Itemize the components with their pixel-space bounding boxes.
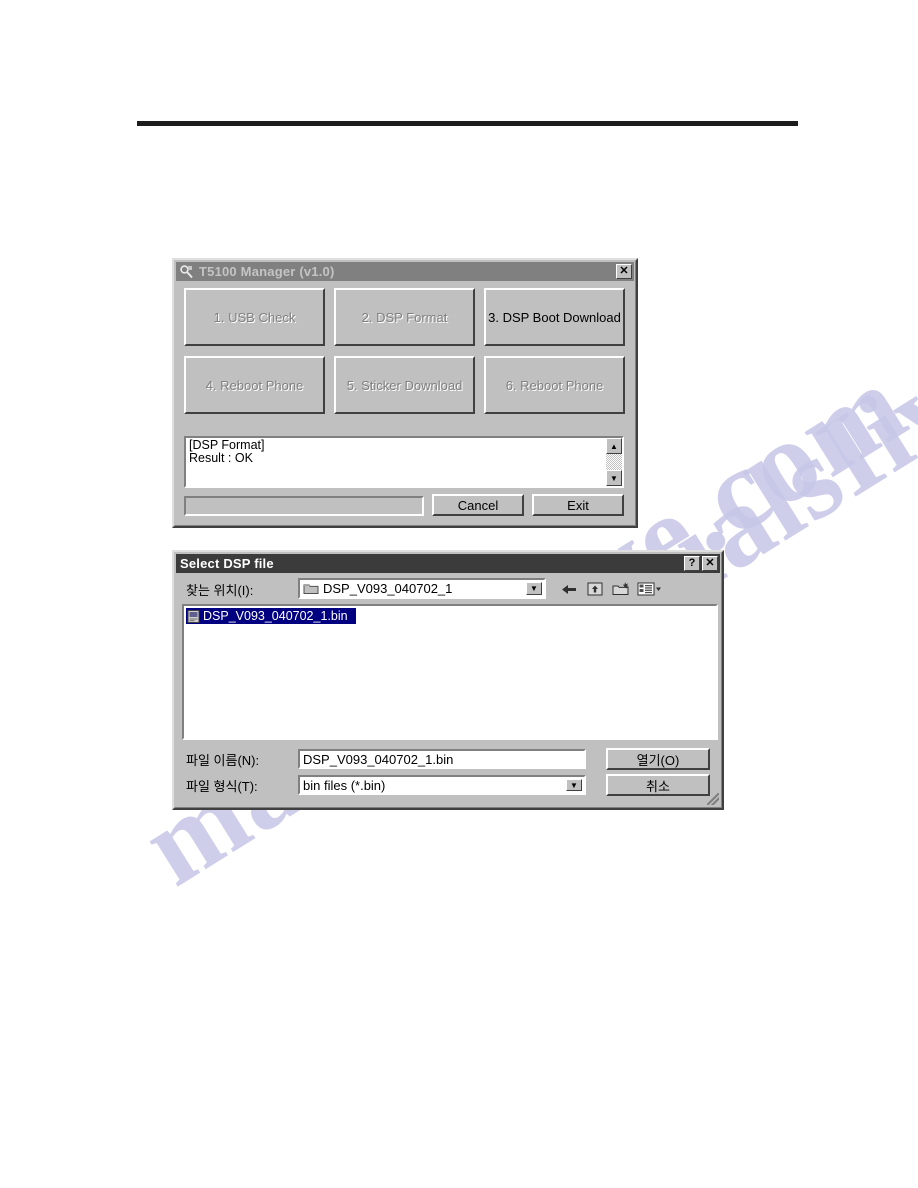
- list-item[interactable]: DSP_V093_040702_1.bin: [185, 607, 357, 625]
- file-name-input[interactable]: DSP_V093_040702_1.bin: [298, 749, 586, 769]
- look-in-combo[interactable]: DSP_V093_040702_1 ▼: [298, 578, 546, 599]
- sticker-download-button[interactable]: 5. Sticker Download: [334, 356, 475, 414]
- look-in-row: 찾는 위치(I):: [186, 578, 253, 600]
- scrollbar-track[interactable]: [606, 454, 622, 470]
- new-folder-icon[interactable]: [610, 579, 632, 599]
- wrench-magnifier-icon: [179, 264, 195, 280]
- help-icon[interactable]: ?: [684, 556, 700, 571]
- file-list-box[interactable]: DSP_V093_040702_1.bin: [182, 604, 718, 740]
- reboot-phone-button-4[interactable]: 4. Reboot Phone: [184, 356, 325, 414]
- file-type-label: 파일 형식(T):: [186, 778, 258, 794]
- select-dsp-file-dialog: Select DSP file ? ✕ 찾는 위치(I): DSP_V093_0…: [172, 550, 724, 810]
- progress-bar: [184, 496, 424, 516]
- bin-file-icon: [186, 609, 201, 624]
- manager-title-bar[interactable]: T5100 Manager (v1.0) ✕: [176, 262, 634, 281]
- file-name-label: 파일 이름(N):: [186, 752, 260, 768]
- file-type-combo[interactable]: bin files (*.bin) ▼: [298, 775, 586, 795]
- chevron-down-icon[interactable]: ▼: [526, 582, 542, 595]
- log-vertical-scrollbar[interactable]: ▲ ▼: [606, 438, 622, 486]
- chevron-down-icon[interactable]: ▼: [566, 779, 582, 791]
- file-name-row: 파일 이름(N):: [186, 749, 259, 769]
- file-type-value: bin files (*.bin): [303, 777, 386, 793]
- reboot-phone-button-6[interactable]: 6. Reboot Phone: [484, 356, 625, 414]
- look-in-label: 찾는 위치(I):: [186, 582, 254, 598]
- list-item-label: DSP_V093_040702_1.bin: [203, 609, 348, 623]
- dialog-cancel-button[interactable]: 취소: [606, 774, 710, 796]
- close-icon[interactable]: ✕: [616, 264, 632, 279]
- dialog-title-bar[interactable]: Select DSP file ? ✕: [176, 554, 720, 573]
- scroll-down-icon[interactable]: ▼: [606, 470, 622, 486]
- page-header-rule: [137, 121, 798, 126]
- cancel-button[interactable]: Cancel: [432, 494, 524, 516]
- close-icon[interactable]: ✕: [702, 556, 718, 571]
- open-button[interactable]: 열기(O): [606, 748, 710, 770]
- exit-button[interactable]: Exit: [532, 494, 624, 516]
- look-in-value: DSP_V093_040702_1: [323, 581, 453, 596]
- resize-grip-icon[interactable]: [707, 793, 719, 805]
- t5100-manager-window: T5100 Manager (v1.0) ✕ 1. USB Check 2. D…: [172, 258, 638, 528]
- usb-check-button[interactable]: 1. USB Check: [184, 288, 325, 346]
- scroll-up-icon[interactable]: ▲: [606, 438, 622, 454]
- manager-title-text: T5100 Manager (v1.0): [199, 264, 335, 279]
- back-arrow-icon[interactable]: [558, 579, 580, 599]
- dialog-toolbar: [558, 578, 664, 600]
- log-output-area[interactable]: [DSP Format] Result : OK ▲ ▼: [184, 436, 624, 488]
- views-menu-icon[interactable]: [636, 579, 664, 599]
- dsp-boot-download-button[interactable]: 3. DSP Boot Download: [484, 288, 625, 346]
- up-one-level-icon[interactable]: [584, 579, 606, 599]
- dialog-title-text: Select DSP file: [180, 556, 274, 571]
- log-text: [DSP Format] Result : OK: [189, 438, 265, 465]
- dsp-format-button[interactable]: 2. DSP Format: [334, 288, 475, 346]
- file-name-value: DSP_V093_040702_1.bin: [303, 751, 454, 767]
- folder-icon: [303, 582, 319, 595]
- file-type-row: 파일 형식(T):: [186, 775, 258, 795]
